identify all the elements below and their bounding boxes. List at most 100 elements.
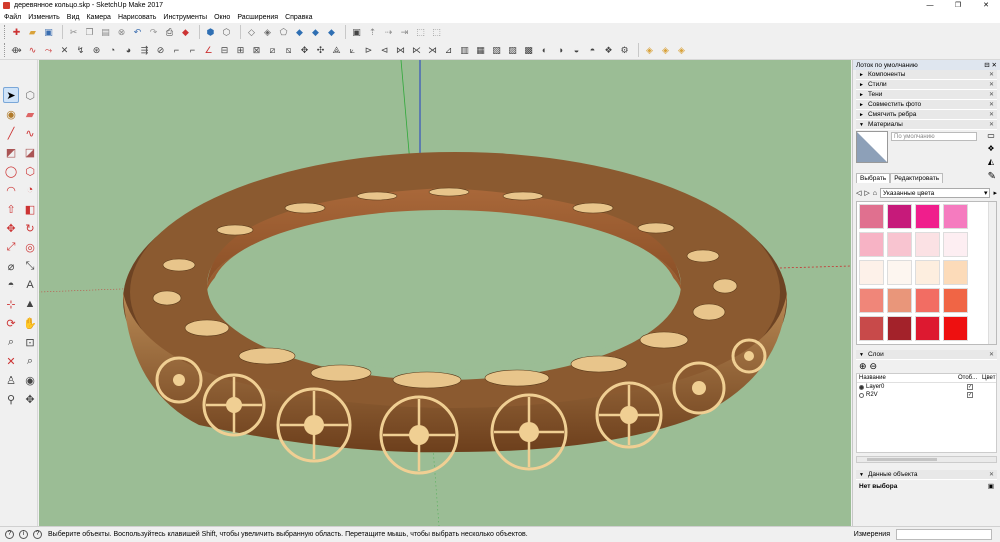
close-panel-icon[interactable]: ✕ (989, 471, 994, 478)
material-swatch[interactable] (859, 316, 884, 341)
tool-icon[interactable]: ▥ (458, 44, 471, 57)
geolocation-icon[interactable]: ? (5, 530, 14, 539)
tool-icon[interactable]: ⊞ (234, 44, 247, 57)
material-swatch[interactable] (887, 316, 912, 341)
select-arrow-icon[interactable]: ➤ (3, 87, 19, 103)
panel-materials[interactable]: ▼ Материалы ✕ (856, 120, 997, 130)
display-secondary-icon[interactable]: ▭ (987, 131, 995, 140)
col-name[interactable]: Название (857, 375, 958, 381)
instructor-icon[interactable]: ? (33, 530, 42, 539)
material-swatch[interactable] (859, 344, 884, 345)
copy-icon[interactable]: ❐ (83, 26, 96, 39)
material-swatch[interactable] (943, 316, 968, 341)
rotate-icon[interactable]: ↻ (22, 220, 38, 236)
tool-icon[interactable]: ∠ (202, 44, 215, 57)
orbit-icon[interactable]: ⟳ (3, 315, 19, 331)
material-swatch[interactable] (915, 232, 940, 257)
tool-icon[interactable]: ⊲ (378, 44, 391, 57)
sandbox-icon[interactable]: ◈ (643, 44, 656, 57)
material-name-field[interactable]: По умолчанию (891, 132, 977, 141)
walk-icon[interactable]: ⚲ (3, 391, 19, 407)
material-swatch[interactable] (943, 288, 968, 313)
tool-icon[interactable]: ⟴ (10, 44, 23, 57)
close-panel-icon[interactable]: ✕ (989, 71, 994, 78)
home-icon[interactable]: ⌂ (873, 190, 877, 197)
position-camera-icon[interactable]: ♙ (3, 372, 19, 388)
component-icon[interactable]: ⇢ (382, 26, 395, 39)
add-layer-icon[interactable]: ⊕ (859, 361, 867, 372)
paste-icon[interactable]: ▤ (99, 26, 112, 39)
open-file-icon[interactable]: ▰ (26, 26, 39, 39)
layout-icon[interactable]: ⬚ (430, 26, 443, 39)
push-pull-icon[interactable]: ⇧ (3, 201, 19, 217)
xray-icon[interactable]: ◇ (245, 26, 258, 39)
zoom-extents-icon[interactable]: ✕ (3, 353, 19, 369)
minimize-button[interactable]: — (916, 0, 944, 11)
redo-icon[interactable]: ↷ (147, 26, 160, 39)
close-panel-icon[interactable]: ✕ (989, 101, 994, 108)
print-icon[interactable]: ⎙ (163, 26, 176, 39)
material-swatch[interactable] (859, 288, 884, 313)
material-swatch[interactable] (887, 288, 912, 313)
paint-bucket-icon[interactable]: ◉ (3, 106, 19, 122)
arc-icon[interactable]: ◠ (3, 182, 19, 198)
rotated-rectangle-icon[interactable]: ◪ (22, 144, 38, 160)
model-info-icon[interactable]: ◆ (179, 26, 192, 39)
wireframe-icon[interactable]: ◈ (261, 26, 274, 39)
close-panel-icon[interactable]: ✕ (989, 81, 994, 88)
active-layer-radio[interactable] (859, 384, 864, 390)
material-swatch[interactable] (887, 232, 912, 257)
panel-styles[interactable]: ► Стили ✕ (856, 80, 997, 90)
pie-icon[interactable]: ◔ (22, 182, 38, 198)
material-swatch[interactable] (887, 344, 912, 345)
tool-icon[interactable]: ⊠ (250, 44, 263, 57)
zoom-window-icon[interactable]: ⊡ (22, 334, 38, 350)
tool-icon[interactable]: ⧄ (266, 44, 279, 57)
active-layer-radio[interactable] (859, 392, 864, 398)
tool-icon[interactable]: ↯ (74, 44, 87, 57)
panel-entity-info[interactable]: ▼ Данные объекта ✕ (856, 470, 997, 480)
material-swatch[interactable] (915, 260, 940, 285)
material-swatch[interactable] (859, 232, 884, 257)
create-material-icon[interactable]: ❖ (987, 144, 994, 153)
maximize-button[interactable]: ❐ (944, 0, 972, 11)
material-library-select[interactable]: Указанные цвета (880, 188, 991, 198)
credits-icon[interactable]: i (19, 530, 28, 539)
close-button[interactable]: ✕ (972, 0, 1000, 11)
material-swatch[interactable] (859, 204, 884, 229)
swatch-scrollbar[interactable] (988, 202, 996, 344)
tool-icon[interactable]: ⟀ (346, 44, 359, 57)
tab-select[interactable]: Выбрать (856, 173, 891, 183)
axes-icon[interactable]: ⊹ (3, 296, 19, 312)
eraser-icon[interactable]: ▰ (22, 106, 38, 122)
tool-icon[interactable]: ⋈ (394, 44, 407, 57)
warehouse-icon[interactable]: ▣ (350, 26, 363, 39)
previous-view-icon[interactable]: ⌕ (22, 353, 38, 369)
col-color[interactable]: Цвет (982, 375, 996, 381)
tool-icon[interactable]: ⧅ (282, 44, 295, 57)
model-viewport[interactable] (39, 60, 851, 526)
follow-me-icon[interactable]: ◧ (22, 201, 38, 217)
default-material-icon[interactable]: ◭ (988, 157, 994, 166)
tool-icon[interactable]: ◑ (554, 44, 567, 57)
pan-icon[interactable]: ✋ (22, 315, 38, 331)
offset-icon[interactable]: ◎ (22, 239, 38, 255)
material-swatch[interactable] (915, 204, 940, 229)
panel-soften-edges[interactable]: ► Смягчить ребра ✕ (856, 110, 997, 120)
details-arrow-icon[interactable]: ▸ (993, 189, 997, 197)
tool-icon[interactable]: ⊿ (442, 44, 455, 57)
tool-icon[interactable]: ⋉ (410, 44, 423, 57)
close-panel-icon[interactable]: ✕ (989, 111, 994, 118)
visible-checkbox[interactable]: ✓ (967, 384, 973, 390)
extension-warehouse-icon[interactable]: ⬚ (414, 26, 427, 39)
material-swatch[interactable] (943, 344, 968, 345)
tool-icon[interactable]: ▩ (522, 44, 535, 57)
dimension-icon[interactable]: ⤡ (22, 258, 38, 274)
tool-icon[interactable]: ⤳ (42, 44, 55, 57)
tool-icon[interactable]: ⚙ (618, 44, 631, 57)
text-icon[interactable]: A (22, 277, 38, 293)
panel-components[interactable]: ► Компоненты ✕ (856, 70, 997, 80)
scale-icon[interactable]: ⤢ (3, 239, 19, 255)
tool-icon[interactable]: ∿ (26, 44, 39, 57)
shaded-textures-icon[interactable]: ◆ (309, 26, 322, 39)
